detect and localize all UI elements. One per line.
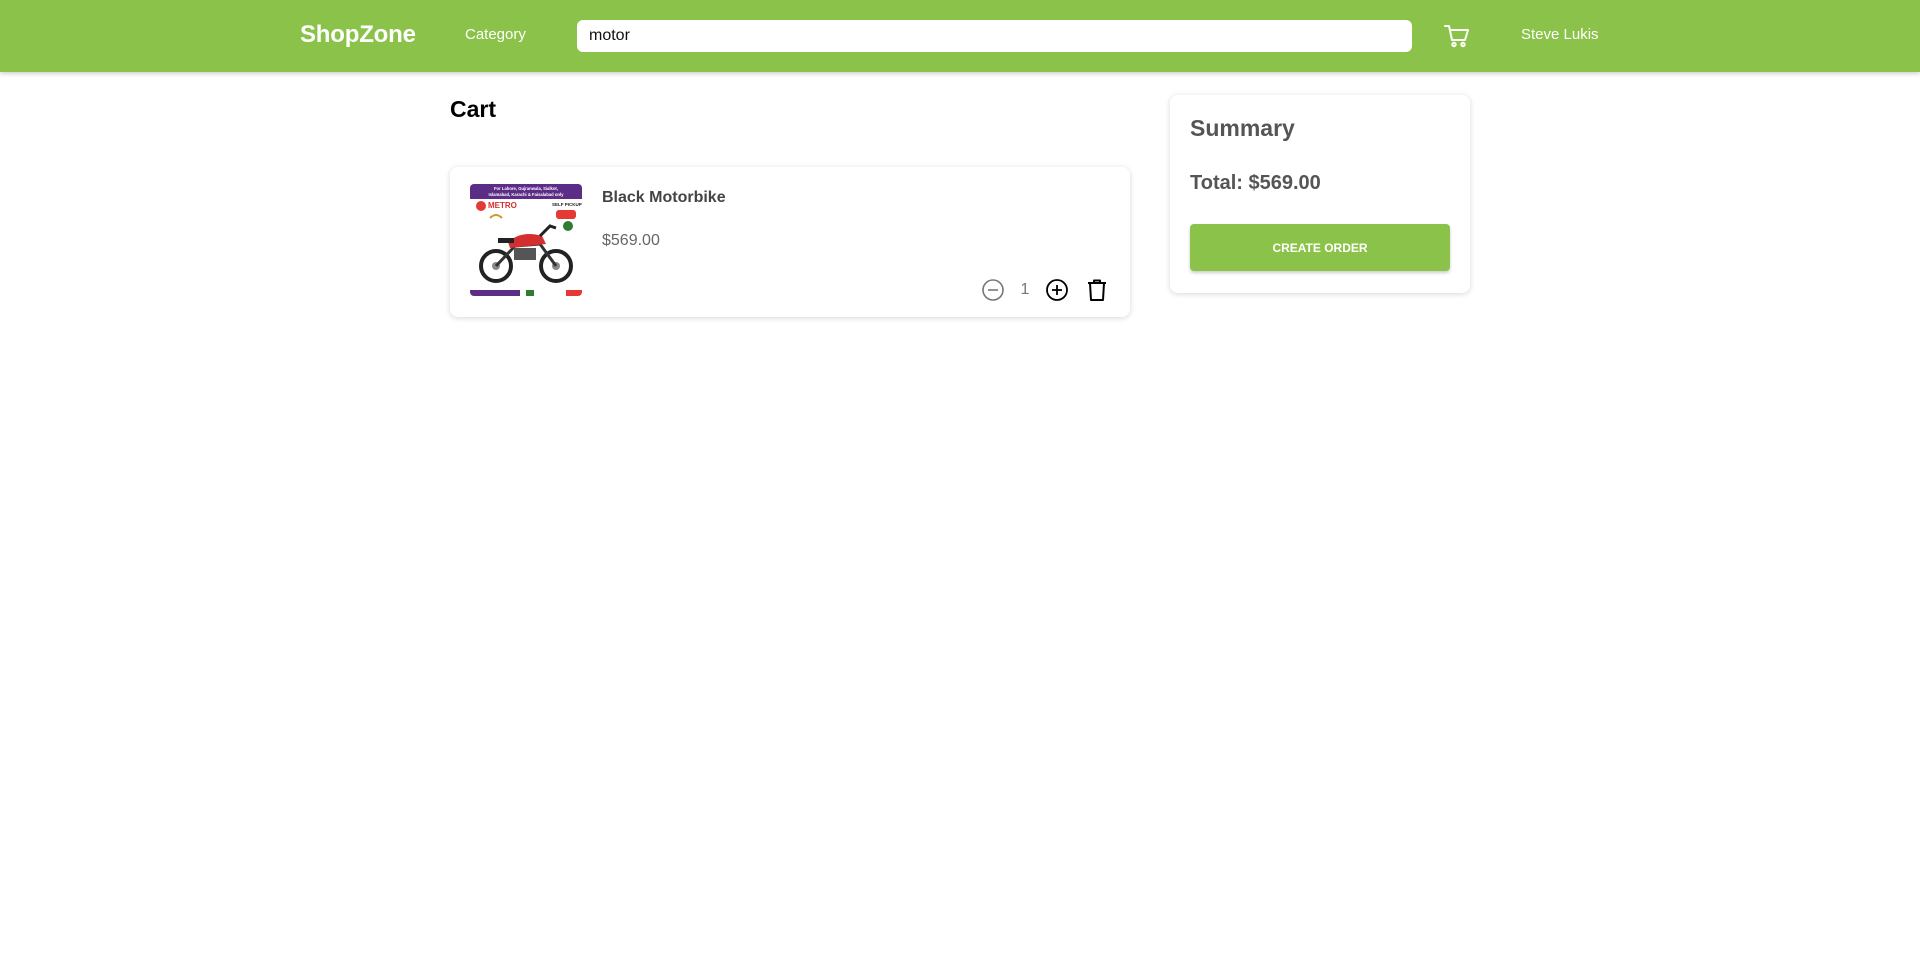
trash-icon[interactable] xyxy=(1084,277,1110,303)
summary-title: Summary xyxy=(1190,115,1295,141)
page-title: Cart xyxy=(450,96,497,122)
motorbike-ad-image[interactable]: For Lahore, Gujranwala, Sialkot, Islamab… xyxy=(470,184,582,296)
top-navbar: ShopZone Category Steve Lukis xyxy=(0,0,1920,72)
category-menu[interactable]: Category xyxy=(465,26,526,43)
svg-text:METRO: METRO xyxy=(488,201,517,210)
svg-text:SELF PICKUP: SELF PICKUP xyxy=(552,202,582,207)
plus-circle-icon[interactable] xyxy=(1044,277,1070,303)
user-menu[interactable]: Steve Lukis xyxy=(1521,26,1599,43)
product-price: $569.00 xyxy=(602,232,660,249)
quantity-value: 1 xyxy=(1020,281,1030,298)
svg-text:For Lahore, Gujranwala, Sialko: For Lahore, Gujranwala, Sialkot, xyxy=(494,186,558,191)
minus-circle-icon[interactable] xyxy=(980,277,1006,303)
order-total: Total: $569.00 xyxy=(1190,172,1321,194)
search-input[interactable] xyxy=(577,20,1412,52)
cart-icon[interactable] xyxy=(1443,22,1470,49)
product-name[interactable]: Black Motorbike xyxy=(602,189,726,207)
cart-item: For Lahore, Gujranwala, Sialkot, Islamab… xyxy=(450,167,1130,317)
brand-logo[interactable]: ShopZone xyxy=(300,21,416,49)
quantity-stepper: 1 xyxy=(980,277,1110,303)
svg-text:Islamabad, Karachi & Faisalaba: Islamabad, Karachi & Faisalabad only xyxy=(489,192,565,197)
create-order-button[interactable]: Create Order xyxy=(1190,224,1450,271)
summary-card: Summary Total: $569.00 Create Order xyxy=(1170,95,1470,293)
